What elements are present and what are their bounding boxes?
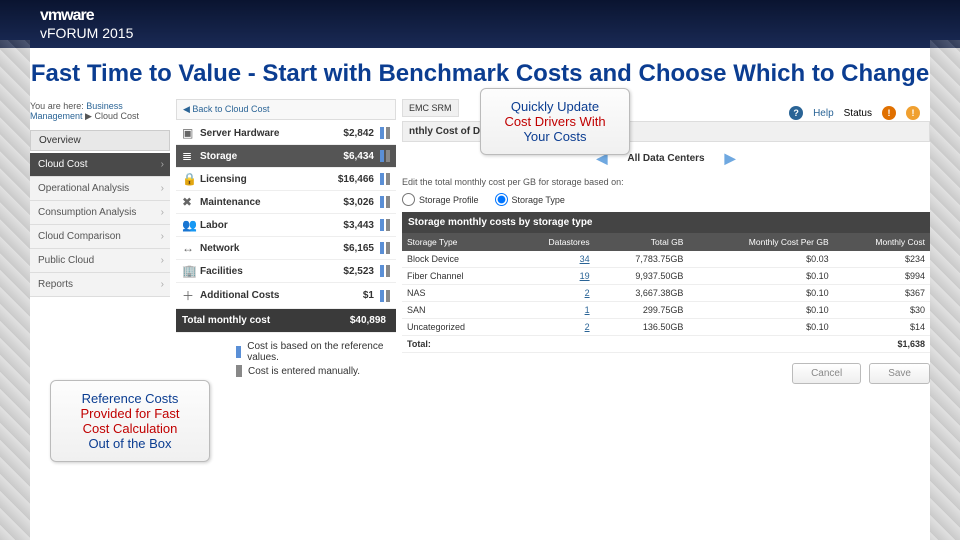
manual-bar [386, 219, 390, 231]
cost-row-server-hardware[interactable]: ▣Server Hardware$2,842 [176, 122, 396, 145]
decor-rocks-left [0, 40, 30, 540]
cost-row-network[interactable]: ↔Network$6,165 [176, 237, 396, 260]
legend-swatch-manual [236, 365, 242, 377]
datacenter-name: All Data Centers [627, 153, 704, 164]
ref-bar [380, 150, 384, 162]
manual-bar [386, 173, 390, 185]
ref-bar [380, 196, 384, 208]
sidebar-item-cloud-cost[interactable]: Cloud Cost› [30, 153, 170, 177]
legend: Cost is based on the reference values. C… [236, 341, 396, 377]
manual-bar [386, 150, 390, 162]
cost-icon: 🏢 [182, 264, 200, 278]
ref-bar [380, 219, 384, 231]
cost-icon: ＋ [182, 287, 200, 304]
event-name: vFORUM 2015 [40, 25, 133, 41]
storage-table: Storage TypeDatastoresTotal GBMonthly Co… [402, 233, 930, 353]
save-button[interactable]: Save [869, 363, 930, 384]
legend-ref: Cost is based on the reference values. [247, 341, 396, 363]
breadcrumb: You are here: Business Management ▶ Clou… [30, 99, 170, 124]
legend-swatch-ref [236, 346, 241, 358]
datastore-link[interactable]: 2 [512, 319, 595, 336]
srm-badge: EMC SRM [402, 99, 459, 117]
table-row: Block Device347,783.75GB$0.03$234 [402, 251, 930, 268]
col-3[interactable]: Monthly Cost Per GB [688, 233, 833, 251]
ref-bar [380, 290, 384, 302]
slide-title: Fast Time to Value - Start with Benchmar… [30, 58, 930, 89]
total-label: Total monthly cost [182, 315, 350, 326]
cost-icon: ↔ [182, 241, 200, 255]
cost-icon: 👥 [182, 218, 200, 232]
total-row: Total monthly cost $40,898 [176, 309, 396, 333]
radio-storage-profile[interactable]: Storage Profile [402, 193, 479, 206]
radio-group: Storage Profile Storage Type [402, 193, 930, 206]
callout-bottom: Reference Costs Provided for Fast Cost C… [50, 380, 210, 462]
manual-bar [386, 242, 390, 254]
cost-row-facilities[interactable]: 🏢Facilities$2,523 [176, 260, 396, 283]
datastore-link[interactable]: 19 [512, 268, 595, 285]
edit-instruction: Edit the total monthly cost per GB for s… [402, 177, 930, 187]
event-banner: vmware vFORUM 2015 [0, 0, 960, 48]
ref-bar [380, 242, 384, 254]
sidebar-item-operational-analysis[interactable]: Operational Analysis› [30, 177, 170, 201]
sidebar-item-reports[interactable]: Reports› [30, 273, 170, 297]
table-row: Uncategorized2136.50GB$0.10$14 [402, 319, 930, 336]
breadcrumb-current: Cloud Cost [94, 111, 139, 121]
radio-storage-type[interactable]: Storage Type [495, 193, 565, 206]
cost-row-licensing[interactable]: 🔒Licensing$16,466 [176, 168, 396, 191]
table-row: Fiber Channel199,937.50GB$0.10$994 [402, 268, 930, 285]
dc-next-icon[interactable]: ▶ [725, 150, 736, 167]
table-row: NAS23,667.38GB$0.10$367 [402, 285, 930, 302]
cost-row-additional-costs[interactable]: ＋Additional Costs$1 [176, 283, 396, 309]
table-row: SAN1299.75GB$0.10$30 [402, 302, 930, 319]
col-4[interactable]: Monthly Cost [834, 233, 930, 251]
manual-bar [386, 265, 390, 277]
back-link[interactable]: ◀ Back to Cloud Cost [176, 99, 396, 120]
cost-icon: ≣ [182, 149, 200, 163]
manual-bar [386, 196, 390, 208]
table-title: Storage monthly costs by storage type [402, 212, 930, 233]
ref-bar [380, 127, 384, 139]
cancel-button[interactable]: Cancel [792, 363, 861, 384]
cost-icon: ▣ [182, 126, 200, 140]
radio-profile-input[interactable] [402, 193, 415, 206]
col-0[interactable]: Storage Type [402, 233, 512, 251]
col-2[interactable]: Total GB [595, 233, 689, 251]
sidebar-item-cloud-comparison[interactable]: Cloud Comparison› [30, 225, 170, 249]
cost-icon: ✖ [182, 195, 200, 209]
cost-icon: 🔒 [182, 172, 200, 186]
callout-top: Quickly Update Cost Drivers With Your Co… [480, 88, 630, 155]
breadcrumb-prefix: You are here: [30, 101, 84, 111]
datastore-link[interactable]: 34 [512, 251, 595, 268]
legend-manual: Cost is entered manually. [248, 366, 360, 377]
cost-row-maintenance[interactable]: ✖Maintenance$3,026 [176, 191, 396, 214]
cost-row-storage[interactable]: ≣Storage$6,434 [176, 145, 396, 168]
sidebar-item-consumption-analysis[interactable]: Consumption Analysis› [30, 201, 170, 225]
ref-bar [380, 173, 384, 185]
manual-bar [386, 290, 390, 302]
nav-overview[interactable]: Overview [30, 130, 170, 151]
datastore-link[interactable]: 1 [512, 302, 595, 319]
datastore-link[interactable]: 2 [512, 285, 595, 302]
decor-rocks-right [930, 40, 960, 540]
manual-bar [386, 127, 390, 139]
total-value: $40,898 [350, 315, 386, 326]
col-1[interactable]: Datastores [512, 233, 595, 251]
brand-logo: vmware [40, 7, 133, 25]
cost-row-labor[interactable]: 👥Labor$3,443 [176, 214, 396, 237]
radio-type-input[interactable] [495, 193, 508, 206]
sidebar: You are here: Business Management ▶ Clou… [30, 99, 170, 384]
ref-bar [380, 265, 384, 277]
cost-drivers-column: ◀ Back to Cloud Cost ▣Server Hardware$2,… [176, 99, 396, 384]
sidebar-item-public-cloud[interactable]: Public Cloud› [30, 249, 170, 273]
